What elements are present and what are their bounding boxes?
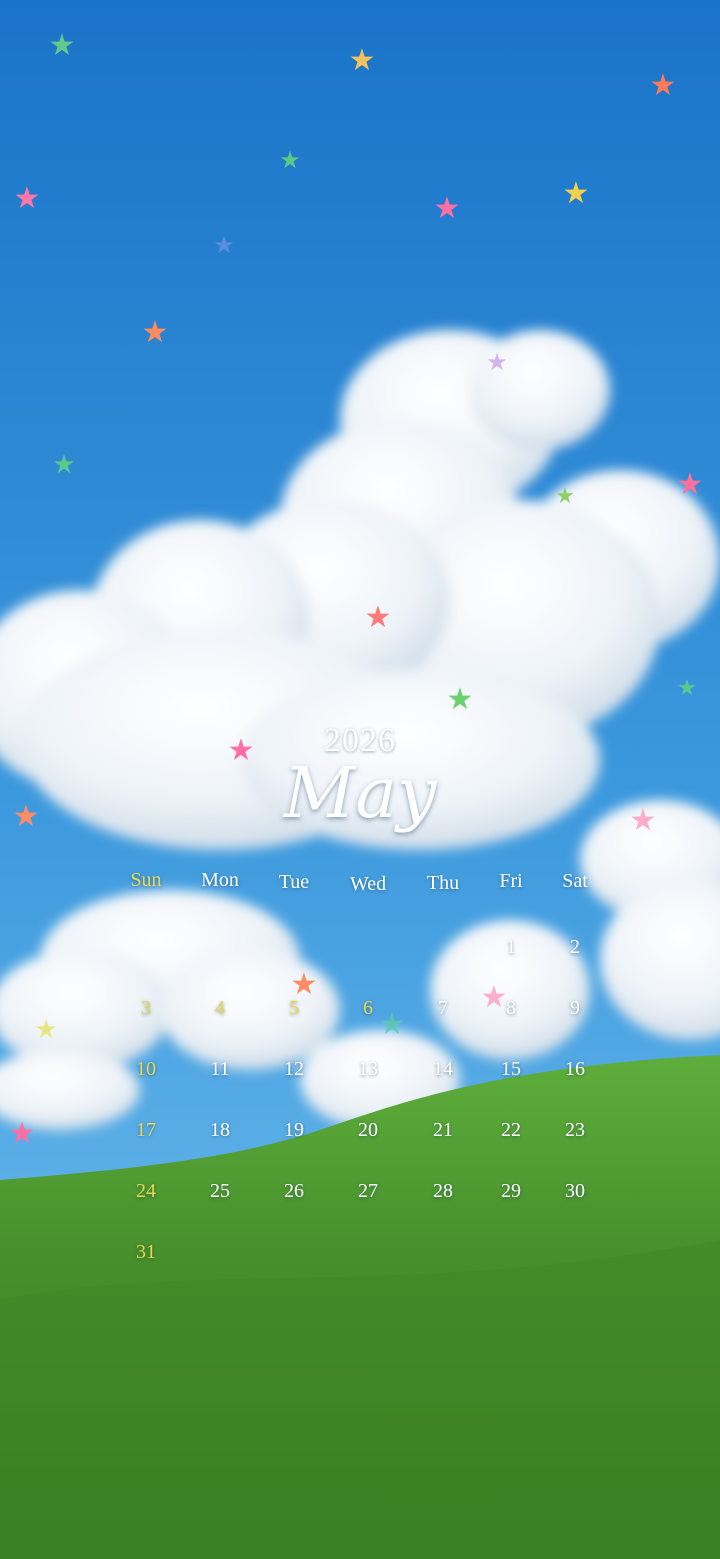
calendar-month: May [283, 752, 437, 834]
weekday-sun: Sun [130, 869, 162, 891]
calendar-day: 22 [501, 1119, 521, 1141]
calendar-day: 4 [215, 997, 225, 1019]
calendar-day: 23 [565, 1119, 585, 1141]
calendar-day: 13 [358, 1058, 378, 1080]
weekday-mon: Mon [201, 869, 239, 891]
calendar-day: 12 [284, 1058, 304, 1080]
calendar-day: 29 [501, 1180, 521, 1202]
calendar-day: 25 [210, 1180, 230, 1202]
calendar-day: 6 [363, 997, 373, 1019]
weekday-wed: Wed [349, 873, 387, 895]
calendar-day: 18 [210, 1119, 230, 1141]
calendar-day: 7 [438, 997, 448, 1019]
calendar-day: 2 [570, 936, 580, 958]
weekday-sat: Sat [562, 870, 588, 892]
weekday-tue: Tue [278, 871, 310, 893]
calendar-day: 20 [358, 1119, 378, 1141]
calendar-day: 3 [141, 997, 151, 1019]
calendar-day: 11 [210, 1058, 230, 1080]
calendar-day: 14 [433, 1058, 453, 1080]
calendar-day: 28 [433, 1180, 453, 1202]
weekday-fri: Fri [499, 870, 523, 892]
calendar-day: 8 [506, 997, 516, 1019]
calendar-day: 27 [358, 1180, 378, 1202]
calendar-widget: 2026 May Sun Mon Tue Wed Thu Fri Sat 1 2… [0, 0, 720, 1559]
calendar-day: 19 [284, 1119, 304, 1141]
calendar-day: 24 [136, 1180, 156, 1202]
calendar-day: 26 [284, 1180, 304, 1202]
calendar-day: 10 [136, 1058, 156, 1080]
calendar-day: 9 [570, 997, 580, 1019]
calendar-day: 21 [433, 1119, 453, 1141]
calendar-day: 1 [506, 936, 516, 958]
calendar-day: 15 [501, 1058, 521, 1080]
calendar-day: 31 [136, 1241, 156, 1263]
calendar-day: 30 [565, 1180, 585, 1202]
weekday-thu: Thu [426, 872, 460, 894]
calendar-day: 17 [136, 1119, 156, 1141]
calendar-day: 5 [289, 997, 299, 1019]
calendar-day: 16 [565, 1058, 585, 1080]
